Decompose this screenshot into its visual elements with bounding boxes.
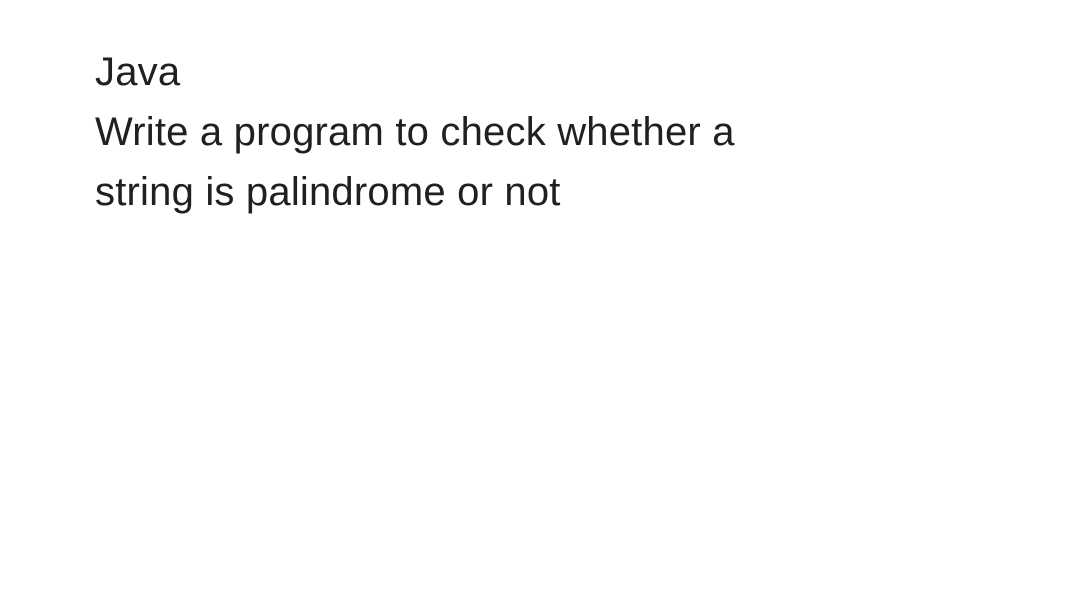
language-label: Java <box>95 42 985 102</box>
prompt-line-2: string is palindrome or not <box>95 162 985 222</box>
prompt-line-1: Write a program to check whether a <box>95 102 985 162</box>
question-text: Java Write a program to check whether a … <box>95 42 985 222</box>
